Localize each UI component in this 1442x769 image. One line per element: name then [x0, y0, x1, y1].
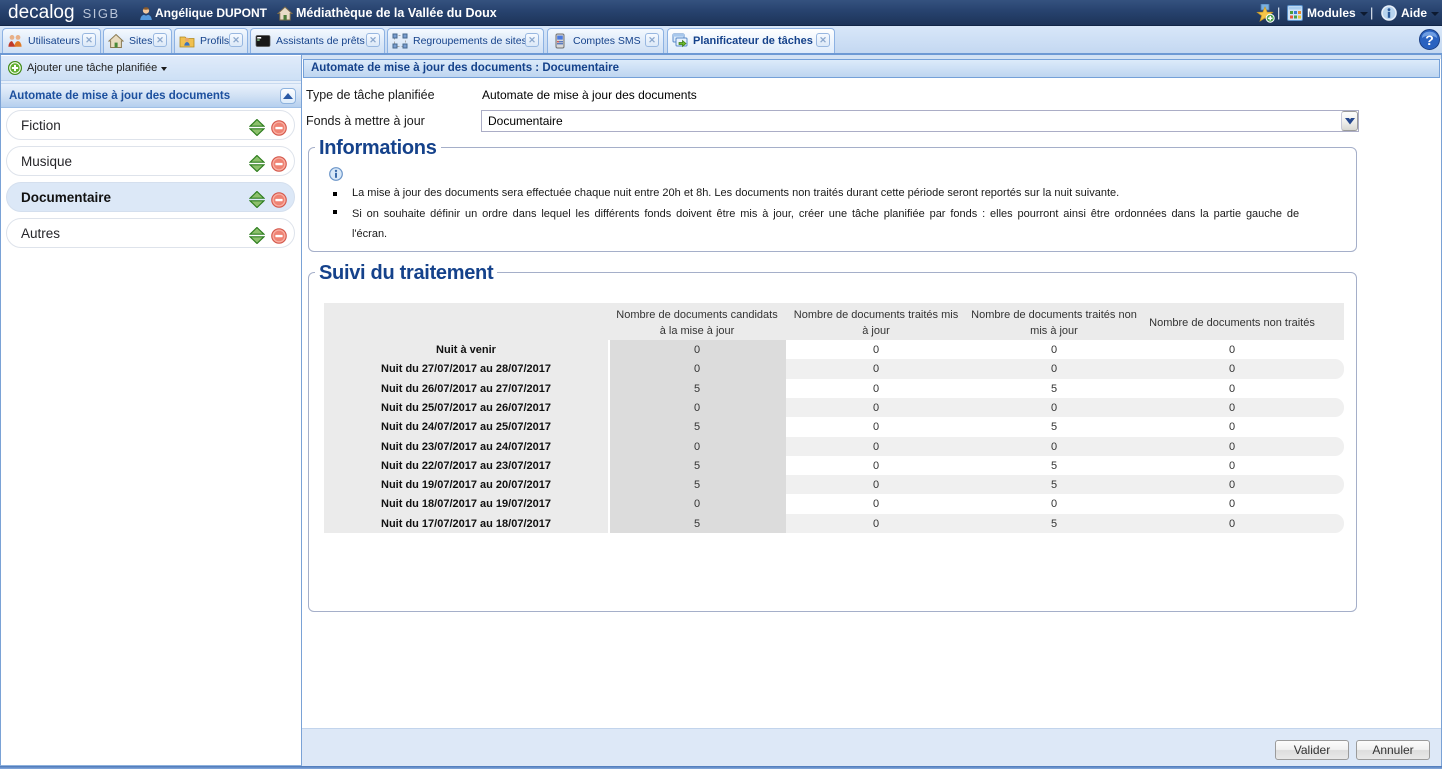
svg-text:?: ?	[1425, 32, 1434, 48]
